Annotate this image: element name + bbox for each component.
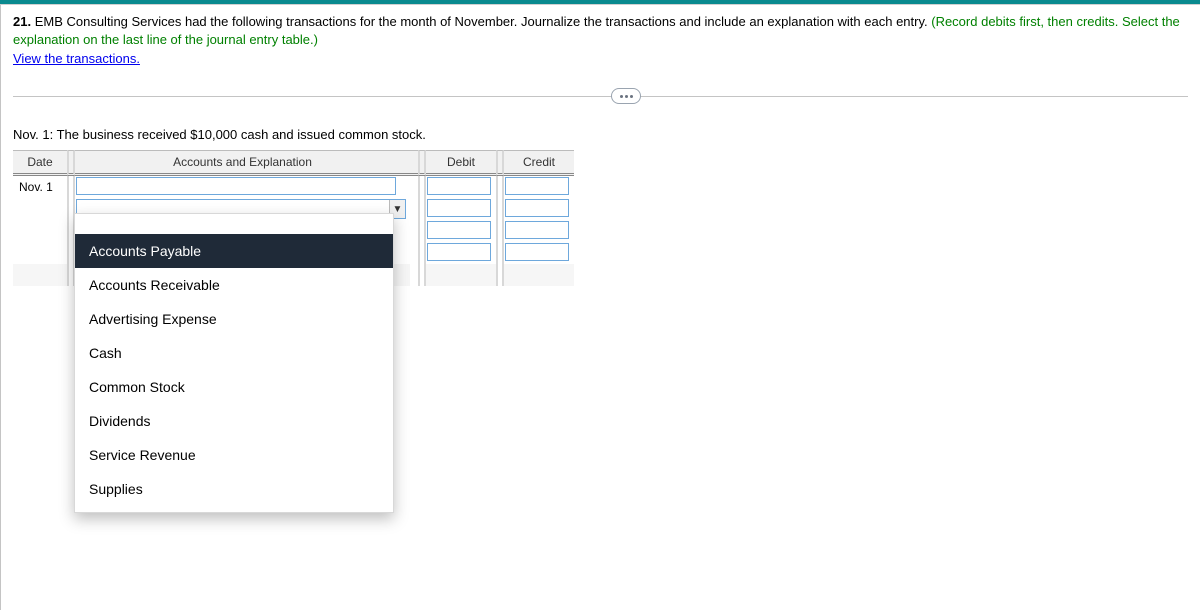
dropdown-option[interactable]: Dividends: [75, 404, 393, 438]
account-dropdown-panel: Accounts Payable Accounts Receivable Adv…: [74, 213, 394, 513]
header-accounts: Accounts and Explanation: [75, 150, 410, 176]
question-body: EMB Consulting Services had the followin…: [31, 14, 931, 29]
dot-icon: [620, 95, 623, 98]
date-cell: Nov. 1: [13, 176, 67, 198]
header-debit: Debit: [426, 150, 496, 176]
view-transactions-link[interactable]: View the transactions.: [13, 51, 140, 66]
dot-icon: [630, 95, 633, 98]
debit-input-row3[interactable]: [427, 221, 491, 239]
dropdown-option[interactable]: Advertising Expense: [75, 302, 393, 336]
account-input-row1[interactable]: [76, 177, 396, 195]
debit-input-row2[interactable]: [427, 199, 491, 217]
credit-input-row3[interactable]: [505, 221, 569, 239]
header-date: Date: [13, 150, 67, 176]
question-panel: 21. EMB Consulting Services had the foll…: [0, 5, 1200, 610]
dropdown-option[interactable]: Cash: [75, 336, 393, 370]
credit-input-row2[interactable]: [505, 199, 569, 217]
question-number: 21.: [13, 14, 31, 29]
question-text: 21. EMB Consulting Services had the foll…: [13, 13, 1188, 49]
debit-input-row4[interactable]: [427, 243, 491, 261]
expand-pill-button[interactable]: [611, 88, 641, 104]
table-row: Nov. 1: [13, 176, 574, 198]
dropdown-option[interactable]: Common Stock: [75, 370, 393, 404]
dropdown-option[interactable]: Supplies: [75, 472, 393, 506]
header-credit: Credit: [504, 150, 574, 176]
dot-icon: [625, 95, 628, 98]
dropdown-option[interactable]: Service Revenue: [75, 438, 393, 472]
dropdown-option[interactable]: Accounts Payable: [75, 234, 393, 268]
credit-input-row1[interactable]: [505, 177, 569, 195]
divider-line: [13, 96, 1188, 97]
section-divider: [13, 96, 1188, 97]
dropdown-option[interactable]: Accounts Receivable: [75, 268, 393, 302]
transaction-description: Nov. 1: The business received $10,000 ca…: [13, 127, 1188, 142]
debit-input-row1[interactable]: [427, 177, 491, 195]
credit-input-row4[interactable]: [505, 243, 569, 261]
